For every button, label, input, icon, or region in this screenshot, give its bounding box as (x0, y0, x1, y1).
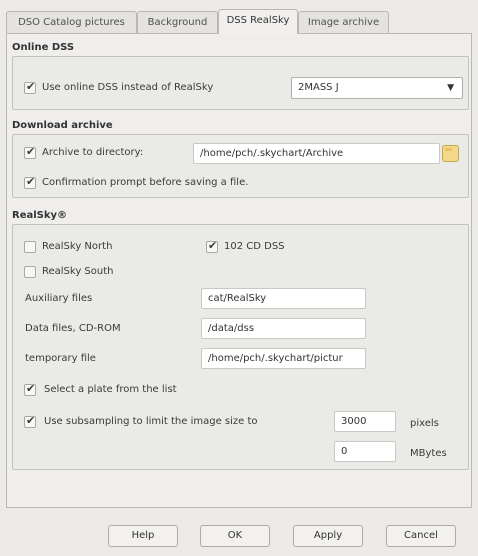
use-subsampling-label: Use subsampling to limit the image size … (44, 416, 258, 427)
use-subsampling-checkbox[interactable]: ✔ (24, 414, 36, 428)
realsky-title: RealSky® (12, 210, 68, 221)
realsky-north-label: RealSky North (42, 241, 113, 252)
tab-background[interactable]: Background (137, 11, 218, 33)
pixels-input[interactable]: 3000 (334, 411, 396, 432)
dialog: { "tabs": [ {"label": "DSO Catalog pictu… (0, 0, 478, 556)
mbytes-unit-label: MBytes (410, 448, 447, 459)
dss102-checkbox[interactable]: ✔ (206, 239, 218, 253)
cancel-button[interactable]: Cancel (386, 525, 456, 547)
ok-button[interactable]: OK (200, 525, 270, 547)
data-files-input[interactable]: /data/dss (201, 318, 366, 339)
realsky-north-checkbox[interactable] (24, 241, 36, 253)
dss-survey-value: 2MASS J (298, 82, 339, 93)
checkmark-icon: ✔ (26, 382, 36, 395)
mbytes-input[interactable]: 0 (334, 441, 396, 462)
temporary-file-input[interactable]: /home/pch/.skychart/pictur (201, 348, 366, 369)
use-online-dss-label: Use online DSS instead of RealSky (42, 82, 214, 93)
temporary-file-label: temporary file (25, 353, 96, 364)
use-online-dss-checkbox[interactable]: ✔ (24, 80, 36, 94)
data-files-label: Data files, CD-ROM (25, 323, 121, 334)
confirmation-prompt-checkbox[interactable]: ✔ (24, 175, 36, 189)
select-plate-label: Select a plate from the list (44, 384, 177, 395)
apply-button[interactable]: Apply (293, 525, 363, 547)
download-archive-title: Download archive (12, 120, 113, 131)
auxiliary-files-input[interactable]: cat/RealSky (201, 288, 366, 309)
checkmark-icon: ✔ (208, 239, 218, 252)
help-button[interactable]: Help (108, 525, 178, 547)
dss-survey-select[interactable]: 2MASS J ▼ (291, 77, 463, 99)
chevron-down-icon: ▼ (447, 83, 454, 93)
archive-directory-input[interactable]: /home/pch/.skychart/Archive (193, 143, 440, 164)
tab-dss-realsky[interactable]: DSS RealSky (218, 9, 298, 34)
archive-to-directory-label: Archive to directory: (42, 147, 144, 158)
folder-icon[interactable] (442, 145, 459, 162)
dss102-label: 102 CD DSS (224, 241, 285, 252)
pixels-unit-label: pixels (410, 418, 439, 429)
checkmark-icon: ✔ (26, 414, 36, 427)
archive-to-directory-checkbox[interactable]: ✔ (24, 145, 36, 159)
checkmark-icon: ✔ (26, 145, 36, 158)
realsky-south-label: RealSky South (42, 266, 114, 277)
select-plate-checkbox[interactable]: ✔ (24, 382, 36, 396)
checkmark-icon: ✔ (26, 175, 36, 188)
confirmation-prompt-label: Confirmation prompt before saving a file… (42, 177, 249, 188)
checkmark-icon: ✔ (26, 80, 36, 93)
tab-image-archive[interactable]: Image archive (298, 11, 389, 33)
online-dss-title: Online DSS (12, 42, 75, 53)
realsky-south-checkbox[interactable] (24, 266, 36, 278)
tab-dso-catalog-pictures[interactable]: DSO Catalog pictures (6, 11, 137, 33)
auxiliary-files-label: Auxiliary files (25, 293, 93, 304)
realsky-group (12, 224, 469, 470)
